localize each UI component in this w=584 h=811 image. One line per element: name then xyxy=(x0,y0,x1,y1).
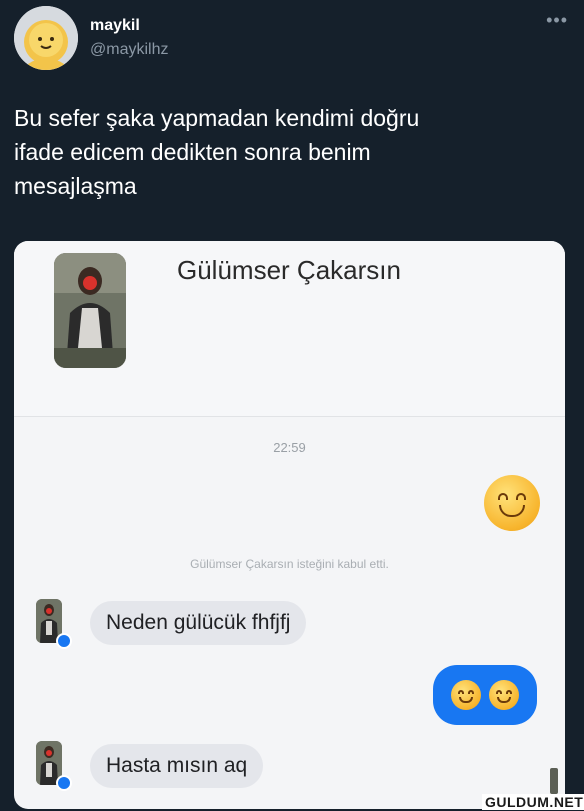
message-bubble-incoming: Hasta mısın aq xyxy=(90,744,264,788)
display-name[interactable]: maykil xyxy=(90,17,140,35)
contact-photo-image xyxy=(54,253,126,368)
more-options-icon[interactable]: ••• xyxy=(546,10,568,31)
user-avatar[interactable] xyxy=(14,6,78,70)
avatar-image xyxy=(14,6,78,70)
message-bubble-outgoing xyxy=(433,665,537,725)
contact-photo xyxy=(54,253,126,368)
message-bubble-incoming: Neden gülücük fhfjfj xyxy=(90,601,307,645)
chat-header: Gülümser Çakarsın xyxy=(14,241,565,417)
tweet-text: Bu sefer şaka yapmadan kendimi doğru ifa… xyxy=(14,101,554,203)
smiling-emoji-icon xyxy=(489,680,519,710)
chat-timestamp: 22:59 xyxy=(273,440,306,455)
messenger-icon xyxy=(56,775,72,791)
read-receipt-avatar xyxy=(550,768,558,794)
system-message: Gülümser Çakarsın isteğini kabul etti. xyxy=(190,557,389,571)
user-handle[interactable]: @maykilhz xyxy=(90,41,168,59)
tweet-header: maykil @maykilhz ••• xyxy=(14,6,570,70)
tweet-media-image[interactable]: Gülümser Çakarsın 22:59 Gülümser Çakarsı… xyxy=(14,241,565,809)
smiling-emoji-icon xyxy=(484,475,540,531)
watermark: GULDUM.NET xyxy=(482,794,584,810)
smiling-emoji-icon xyxy=(451,680,481,710)
messenger-icon xyxy=(56,633,72,649)
tweet-text-line: ifade edicem dedikten sonra benim xyxy=(14,139,371,165)
contact-name: Gülümser Çakarsın xyxy=(177,255,401,285)
tweet-text-line: mesajlaşma xyxy=(14,173,137,199)
tweet-text-line: Bu sefer şaka yapmadan kendimi doğru xyxy=(14,105,420,131)
